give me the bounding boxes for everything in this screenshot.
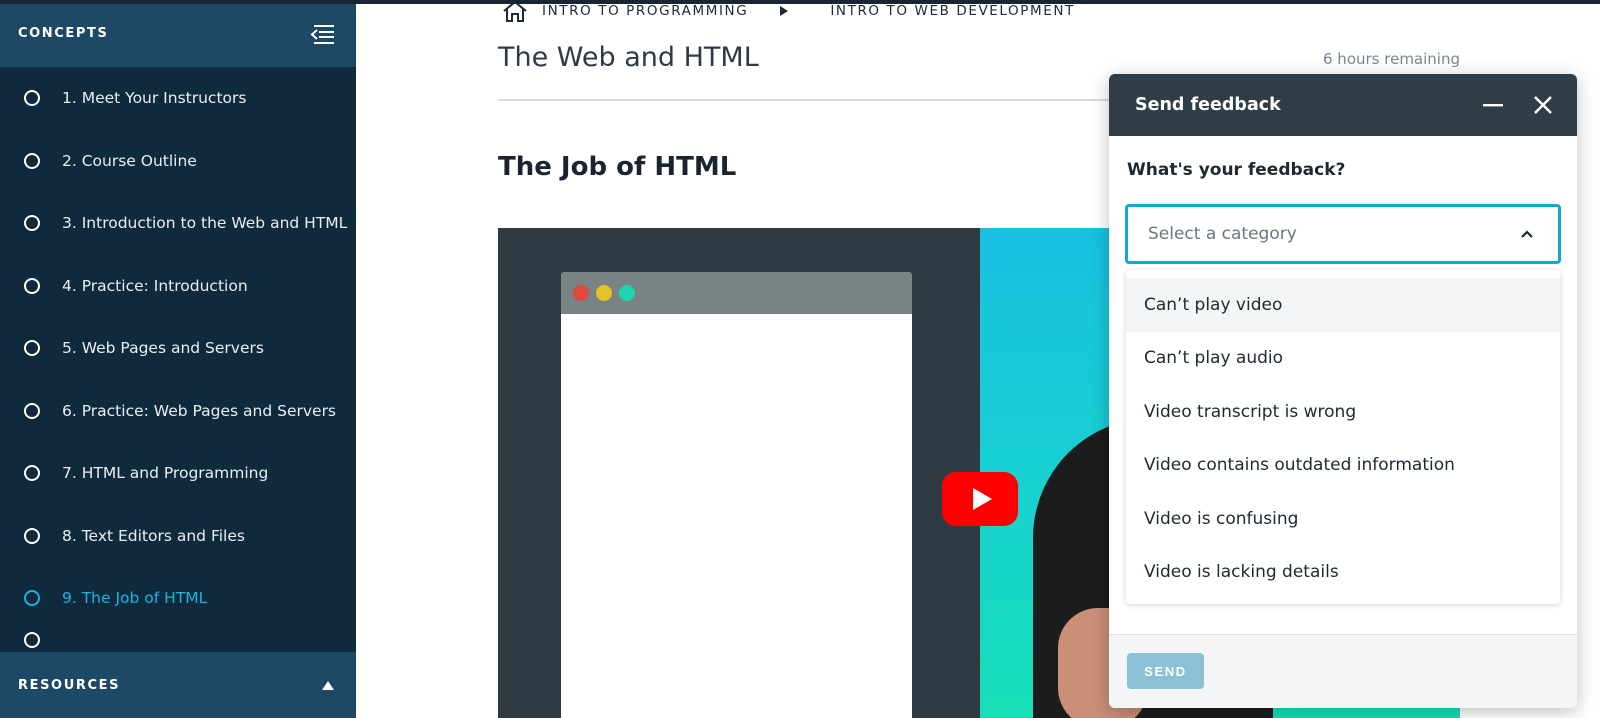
category-option[interactable]: Can’t play audio: [1126, 332, 1560, 386]
feedback-title: Send feedback: [1135, 95, 1281, 115]
minimize-icon: [1483, 104, 1503, 107]
concept-item-3[interactable]: 3. Introduction to the Web and HTML: [0, 192, 356, 255]
expand-up-icon: [322, 680, 334, 690]
category-option[interactable]: Video transcript is wrong: [1126, 385, 1560, 439]
send-button[interactable]: SEND: [1127, 653, 1204, 689]
sidebar-header: CONCEPTS: [0, 0, 356, 67]
feedback-footer: SEND: [1109, 634, 1577, 708]
play-icon: [972, 488, 992, 510]
concept-item-6[interactable]: 6. Practice: Web Pages and Servers: [0, 380, 356, 443]
concept-item-1[interactable]: 1. Meet Your Instructors: [0, 67, 356, 130]
close-icon: [1534, 96, 1552, 114]
concept-label: 6. Practice: Web Pages and Servers: [62, 401, 337, 420]
breadcrumb-lesson[interactable]: INTRO TO WEB DEVELOPMENT: [830, 3, 1075, 19]
concept-label: 9. The Job of HTML: [62, 589, 208, 608]
incomplete-circle-icon: [24, 277, 40, 294]
concept-item-9-active[interactable]: 9. The Job of HTML: [0, 567, 356, 630]
concept-item-2[interactable]: 2. Course Outline: [0, 130, 356, 193]
section-title: The Job of HTML: [498, 152, 737, 182]
category-placeholder: Select a category: [1148, 224, 1297, 244]
feedback-question: What's your feedback?: [1127, 160, 1346, 180]
concept-label: 4. Practice: Introduction: [62, 276, 248, 295]
incomplete-circle-icon: [24, 340, 40, 357]
concept-item-8[interactable]: 8. Text Editors and Files: [0, 505, 356, 568]
minimize-dot-icon: [596, 285, 612, 301]
category-option[interactable]: Video is lacking details: [1126, 546, 1560, 600]
category-option[interactable]: Video is confusing: [1126, 492, 1560, 546]
concepts-sidebar: CONCEPTS 1. Meet Your Instructors 2. Cou…: [0, 0, 356, 718]
incomplete-circle-icon: [24, 631, 40, 648]
concept-item-5[interactable]: 5. Web Pages and Servers: [0, 317, 356, 380]
concept-label: 7. HTML and Programming: [62, 464, 269, 483]
concept-list: 1. Meet Your Instructors 2. Course Outli…: [0, 67, 356, 650]
category-option[interactable]: Can’t play video: [1126, 278, 1560, 332]
maximize-dot-icon: [619, 285, 635, 301]
close-button[interactable]: [1527, 89, 1559, 121]
category-select[interactable]: Select a category: [1125, 204, 1561, 264]
feedback-header: Send feedback: [1109, 74, 1577, 136]
page-title: The Web and HTML: [498, 42, 759, 73]
concept-label: 3. Introduction to the Web and HTML: [62, 214, 348, 233]
concept-item-7[interactable]: 7. HTML and Programming: [0, 442, 356, 505]
incomplete-circle-icon: [24, 402, 40, 419]
concept-label: 5. Web Pages and Servers: [62, 339, 264, 358]
minimize-button[interactable]: [1477, 89, 1509, 121]
category-option[interactable]: Video contains outdated information: [1126, 439, 1560, 493]
concept-label: 2. Course Outline: [62, 151, 197, 170]
top-border: [0, 0, 1600, 4]
current-circle-icon: [24, 590, 40, 607]
concept-label: 1. Meet Your Instructors: [62, 89, 247, 108]
incomplete-circle-icon: [24, 465, 40, 482]
play-button[interactable]: [942, 472, 1018, 526]
incomplete-circle-icon: [24, 215, 40, 232]
concept-item-4[interactable]: 4. Practice: Introduction: [0, 255, 356, 318]
incomplete-circle-icon: [24, 152, 40, 169]
sidebar-title: CONCEPTS: [18, 26, 109, 41]
chevron-up-icon: [1521, 230, 1533, 238]
resources-title: RESOURCES: [18, 677, 121, 693]
breadcrumb-arrow-icon: [780, 6, 789, 16]
breadcrumb-course[interactable]: INTRO TO PROGRAMMING: [542, 3, 748, 19]
concept-label: 8. Text Editors and Files: [62, 526, 245, 545]
category-options: Can’t play video Can’t play audio Video …: [1126, 270, 1560, 604]
browser-illustration: [561, 272, 912, 718]
incomplete-circle-icon: [24, 527, 40, 544]
browser-titlebar: [561, 272, 912, 314]
collapse-menu-icon[interactable]: [310, 23, 336, 45]
resources-toggle[interactable]: RESOURCES: [0, 652, 356, 718]
time-remaining: 6 hours remaining: [1323, 50, 1460, 68]
concept-item-partial[interactable]: [0, 630, 356, 650]
incomplete-circle-icon: [24, 90, 40, 107]
feedback-panel: Send feedback What's your feedback? Sele…: [1109, 74, 1577, 708]
close-dot-icon: [573, 285, 589, 301]
